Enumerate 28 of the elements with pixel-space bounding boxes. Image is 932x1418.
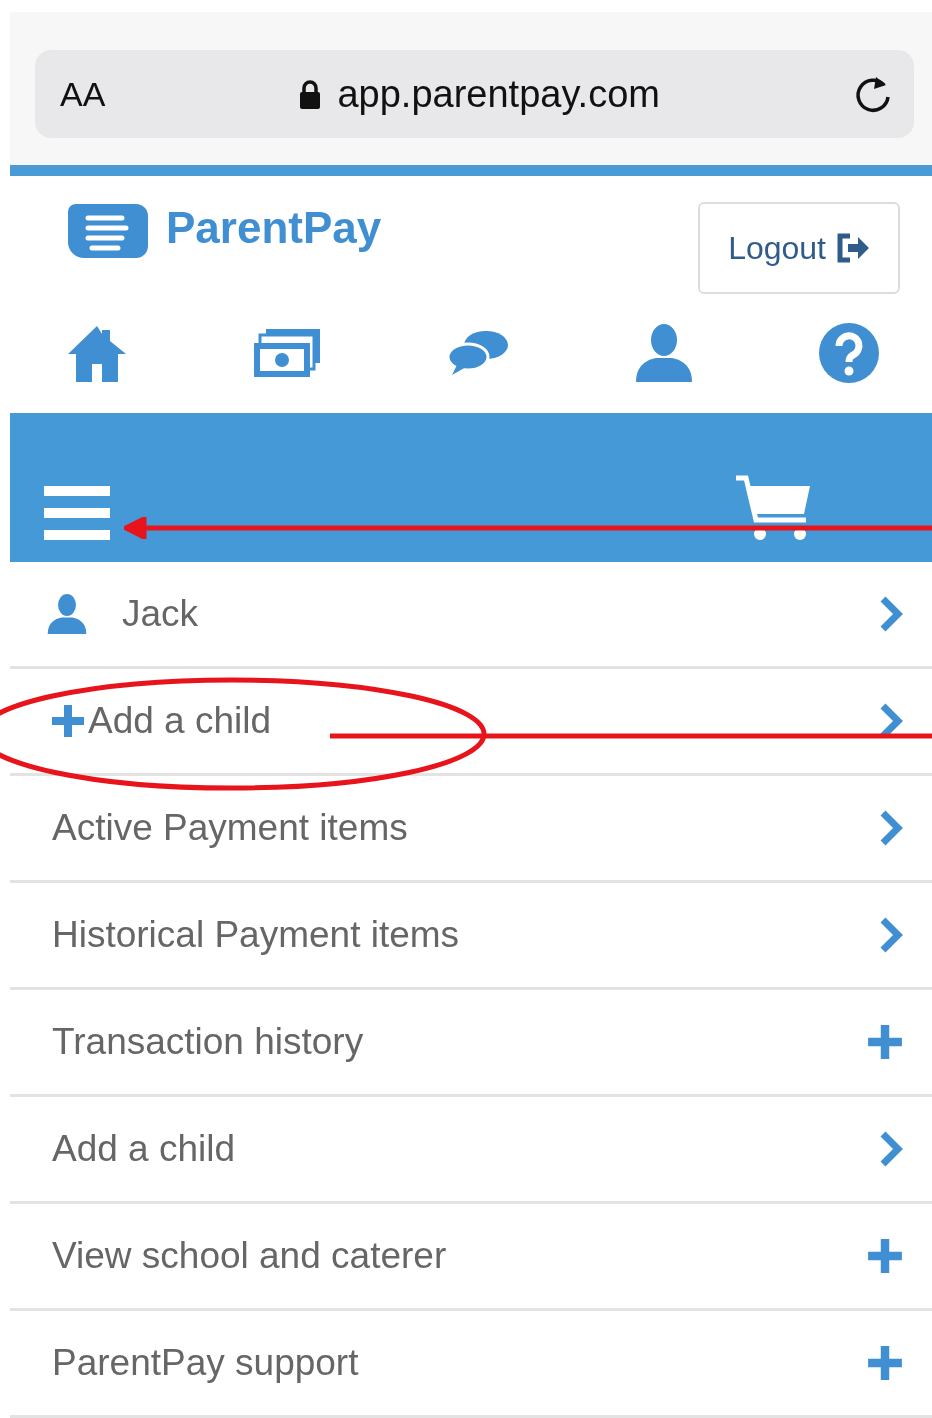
menu-item[interactable]: Historical Payment items xyxy=(52,907,460,963)
chevron-right-icon[interactable] xyxy=(878,1130,904,1168)
person-icon[interactable] xyxy=(634,324,694,382)
brand-name[interactable]: ParentPay xyxy=(166,195,382,261)
plus-icon xyxy=(50,703,86,739)
money-icon[interactable] xyxy=(252,327,322,379)
plus-icon[interactable] xyxy=(866,1023,904,1061)
help-icon[interactable] xyxy=(818,322,880,384)
chevron-right-icon[interactable] xyxy=(878,916,904,954)
menu-item[interactable]: Active Payment items xyxy=(52,800,408,856)
menu-item[interactable]: Add a child xyxy=(88,693,272,749)
menu-item[interactable]: Transaction history xyxy=(52,1014,364,1070)
chevron-right-icon[interactable] xyxy=(878,595,904,633)
lock-icon xyxy=(299,79,322,109)
menu-item[interactable]: View school and caterer xyxy=(52,1228,447,1284)
menu-item[interactable]: ParentPay support xyxy=(52,1335,359,1391)
logout-button[interactable]: Logout xyxy=(698,202,900,294)
menu-icon[interactable] xyxy=(44,486,110,540)
text-size-button[interactable]: AA xyxy=(60,68,106,120)
home-icon[interactable] xyxy=(66,324,128,382)
plus-icon[interactable] xyxy=(866,1237,904,1275)
chat-icon[interactable] xyxy=(446,329,510,377)
url-text[interactable]: app.parentpay.com xyxy=(337,65,660,123)
person-icon xyxy=(46,594,88,634)
plus-icon[interactable] xyxy=(866,1344,904,1382)
menu-item[interactable]: Jack xyxy=(122,586,199,642)
menu-item[interactable]: Add a child xyxy=(52,1121,236,1177)
chevron-right-icon[interactable] xyxy=(878,809,904,847)
